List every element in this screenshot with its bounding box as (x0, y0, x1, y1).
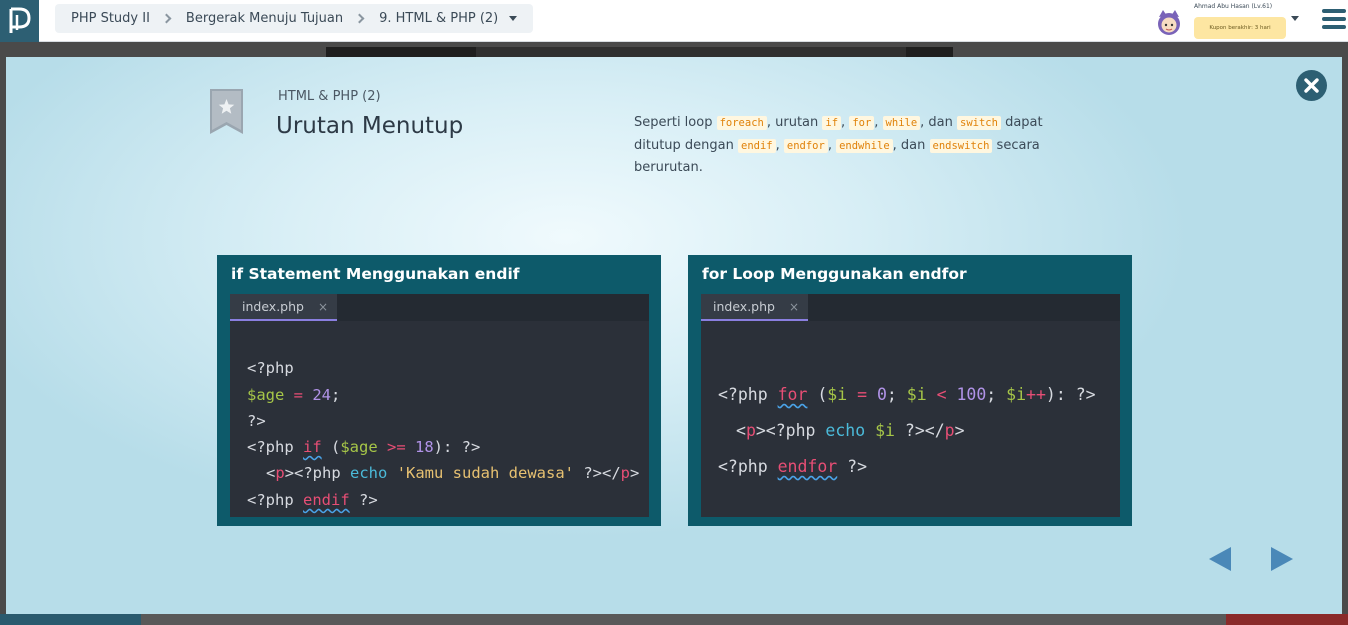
coupon-badge: Kupon berakhir: 3 hari (1194, 17, 1286, 39)
code-example-for: for Loop Menggunakan endfor index.php × … (688, 255, 1132, 526)
inline-code: while (882, 116, 921, 130)
close-button[interactable] (1296, 70, 1327, 101)
code-content: <?php $age = 24; ?> <?php if ($age >= 18): … (247, 329, 639, 566)
close-tab-icon[interactable]: × (318, 300, 328, 314)
breadcrumb-course[interactable]: PHP Study II (71, 11, 150, 26)
user-menu[interactable]: Ahmad Abu Hasan (Lv.61) Kupon berakhir: … (1152, 2, 1302, 40)
code-line: <p><?php echo 'Kamu sudah dewasa' ?></p> (266, 464, 640, 483)
code-line: <?php endif ?> (247, 490, 378, 509)
progate-logo-icon[interactable] (0, 0, 39, 42)
code-editor: index.php × <?php $age = 24; ?> <?php if ($… (230, 294, 649, 517)
inline-code: endwhile (836, 138, 893, 153)
lesson-subtitle: HTML & PHP (2) (278, 89, 381, 104)
user-name: Ahmad Abu Hasan (Lv.61) (1194, 3, 1273, 10)
hamburger-menu-icon[interactable] (1322, 9, 1346, 29)
code-line: <?php endfor ?> (718, 457, 868, 476)
code-editor: index.php × <?php for ($i = 0; $i < 100;… (701, 294, 1120, 517)
code-line: <?php if ($age >= 18): ?> (247, 438, 481, 457)
lesson-title: Urutan Menutup (276, 113, 464, 139)
inline-code: if (822, 116, 842, 130)
code-line: $age = 24; (247, 385, 341, 404)
code-example-if: if Statement Menggunakan endif index.php… (217, 255, 661, 526)
next-slide-button[interactable] (1271, 547, 1293, 571)
inline-code: endfor (783, 138, 828, 153)
file-tab[interactable]: index.php × (230, 294, 337, 321)
code-content: <?php for ($i = 0; $i < 100; $i++): ?> <p… (718, 341, 1096, 557)
editor-tabbar: index.php × (701, 294, 1120, 321)
chevron-right-icon (354, 13, 365, 24)
chevron-right-icon (161, 13, 172, 24)
panel-title: for Loop Menggunakan endfor (702, 265, 967, 283)
editor-tabbar: index.php × (230, 294, 649, 321)
breadcrumb-lesson[interactable]: 9. HTML & PHP (2) (379, 11, 498, 26)
breadcrumb: PHP Study II Bergerak Menuju Tujuan 9. H… (55, 4, 534, 33)
inline-code: endif (738, 138, 776, 153)
breadcrumb-chapter[interactable]: Bergerak Menuju Tujuan (186, 11, 343, 26)
caret-down-icon[interactable] (509, 16, 518, 21)
file-tab[interactable]: index.php × (701, 294, 808, 321)
code-line: ?> (247, 411, 266, 430)
background-footer (0, 614, 1348, 625)
bookmark-star-icon (210, 89, 243, 134)
code-line: <p><?php echo $i ?></p> (736, 421, 965, 440)
previous-slide-button[interactable] (1209, 547, 1231, 571)
lesson-slide-modal: HTML & PHP (2) Urutan Menutup Seperti lo… (6, 57, 1342, 614)
close-tab-icon[interactable]: × (789, 300, 799, 314)
panel-title: if Statement Menggunakan endif (231, 265, 520, 283)
close-icon (1304, 78, 1319, 93)
inline-code: endswitch (929, 138, 993, 153)
inline-code: switch (957, 116, 1001, 130)
top-header: PHP Study II Bergerak Menuju Tujuan 9. H… (0, 0, 1348, 42)
code-line: <?php for ($i = 0; $i < 100; $i++): ?> (718, 385, 1096, 404)
caret-down-icon[interactable] (1291, 16, 1299, 21)
inline-code: foreach (716, 116, 767, 130)
inline-code: for (849, 116, 875, 130)
file-tab-label: index.php (242, 299, 304, 314)
avatar[interactable] (1154, 7, 1184, 37)
lesson-description: Seperti loop foreach, urutan if, for, wh… (634, 115, 1043, 175)
file-tab-label: index.php (713, 299, 775, 314)
code-line: <?php (247, 359, 294, 378)
background-slide-frame-inner (476, 47, 906, 57)
